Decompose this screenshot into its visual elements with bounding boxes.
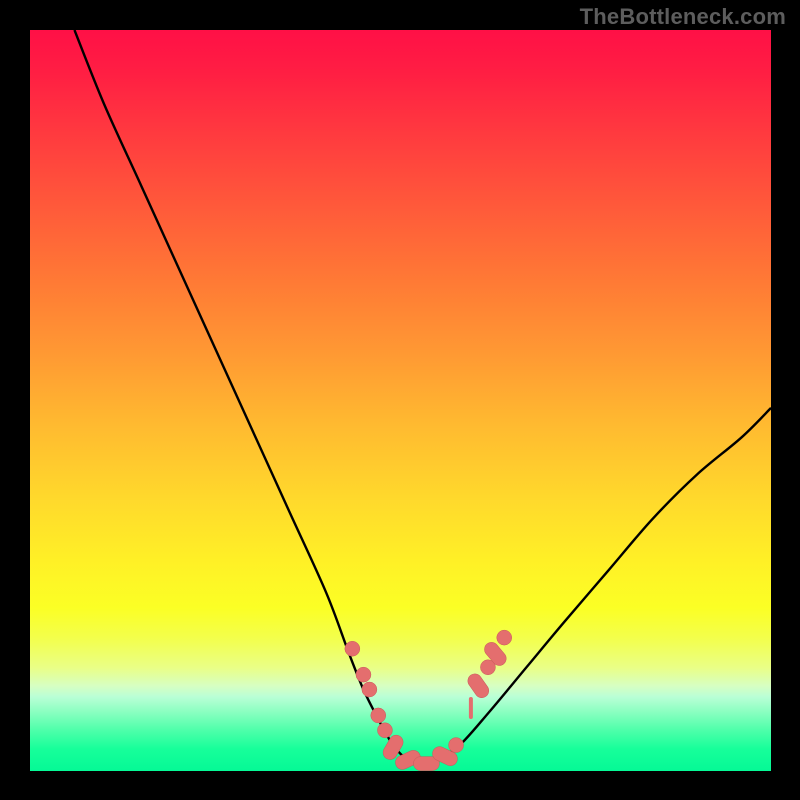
plot-area: [30, 30, 771, 771]
bottleneck-curve: [74, 30, 771, 764]
curve-marker-dot: [449, 738, 464, 753]
curve-marker-dot: [362, 682, 377, 697]
curve-marker-dot: [356, 667, 371, 682]
curve-marker-dot: [497, 630, 512, 645]
curve-marker-dot: [371, 708, 386, 723]
curve-marker-dot: [377, 723, 392, 738]
watermark-text: TheBottleneck.com: [580, 4, 786, 30]
chart-frame: TheBottleneck.com: [0, 0, 800, 800]
curve-marker-dot: [345, 641, 360, 656]
curve-marker-pill: [465, 671, 491, 700]
curve-layer: [30, 30, 771, 771]
